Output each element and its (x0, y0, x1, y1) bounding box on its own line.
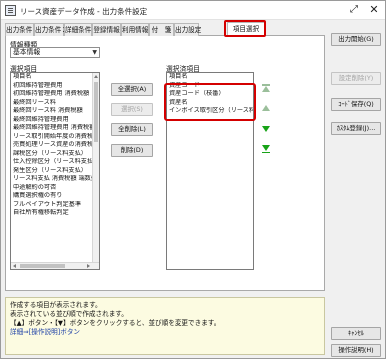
tab-item-selection[interactable]: 項目選択 (227, 22, 265, 36)
selected-items-list[interactable]: 項目名 資産コード 資産コード（枝番） 資産名 インボイス取引区分（リース料支 (166, 72, 254, 270)
move-up-button[interactable] (261, 103, 271, 113)
info-line: 【▲】ボタン・【▼】ボタンをクリックすると、並び順を変更できます。 (10, 319, 221, 327)
remove-all-button[interactable]: 全削除(L) (111, 123, 153, 136)
list-item[interactable]: 購買選択権の有り (11, 192, 99, 201)
setting-delete-button[interactable]: 設定削除(Y) (331, 72, 381, 85)
available-list-hscroll[interactable] (11, 262, 99, 269)
move-to-top-button[interactable] (261, 83, 271, 93)
list-item[interactable]: 資産コード（枝番） (167, 90, 253, 99)
list-item[interactable]: 最終回リース料 消費税額 (11, 107, 99, 116)
dialog-window: リース資産データ作成 - 出力条件設定 ⤢ ✕ 出力条件１ 出力条件２ 詳細条件… (0, 0, 386, 359)
move-down-button[interactable] (261, 124, 271, 134)
list-item[interactable]: 自社所有権移転判定 (11, 209, 99, 218)
chevron-down-icon: ▼ (92, 49, 97, 56)
arrow-up-icon (262, 105, 270, 111)
move-bottom-icon (262, 145, 270, 153)
custom-register-button[interactable]: ｶｽﾀﾑ登録(J)... (331, 122, 381, 135)
list-item[interactable]: リース料支払 消費税額 端数処 (11, 175, 99, 184)
list-item[interactable]: 売買処理リース資産の消費税 (11, 141, 99, 150)
list-item-header: 項目名 (169, 73, 188, 80)
tab-detail-condition[interactable]: 詳細条件 (64, 23, 92, 36)
list-item[interactable]: 資産コード (167, 82, 253, 91)
list-item[interactable]: 初回維持管理費用 (11, 82, 99, 91)
expand-arrows-icon[interactable]: ⤢ (345, 3, 363, 17)
list-item[interactable]: 最終回維持管理費用 消費税額 (11, 124, 99, 133)
operation-help-button[interactable]: 操作説明(H) (331, 344, 381, 357)
operation-help-link[interactable]: 詳細⇒[操作説明]ボタン (10, 328, 320, 337)
list-item[interactable]: リース取引開始年度の消費税 (11, 133, 99, 142)
tab-strip: 出力条件１ 出力条件２ 詳細条件 登録情報 利用情報 付 箋 出力設定 項目選択 (5, 22, 325, 36)
list-item[interactable]: 初回維持管理費用 消費税額 (11, 90, 99, 99)
info-line: 表示されている並び順で作成されます。 (10, 310, 128, 318)
list-item[interactable]: フルペイアウト判定基準 (11, 201, 99, 210)
select-all-button[interactable]: 全選択(A) (111, 83, 153, 96)
tab-output-condition-2[interactable]: 出力条件２ (34, 23, 68, 36)
list-item[interactable]: 中途解約の可否 (11, 184, 99, 193)
tab-registration-info[interactable]: 登録情報 (92, 23, 121, 36)
list-item[interactable]: 仕入控除区分（リース料支払） (11, 158, 99, 167)
app-icon (5, 5, 16, 16)
remove-button[interactable]: 削除(D) (111, 144, 153, 157)
list-item[interactable]: 資産名 (167, 99, 253, 108)
arrow-down-icon (262, 126, 270, 132)
tab-usage-info[interactable]: 利用情報 (121, 23, 149, 36)
list-item[interactable]: 課税区分（リース料支払） (11, 150, 99, 159)
tab-output-setting[interactable]: 出力設定 (174, 23, 201, 36)
window-title: リース資産データ作成 - 出力条件設定 (20, 7, 148, 16)
select-button[interactable]: 選択(S) (111, 103, 153, 116)
available-list-vscroll[interactable] (92, 73, 99, 269)
list-item[interactable]: 最終回リース料 (11, 99, 99, 108)
code-save-button[interactable]: ｺｰﾄﾞ保存(Q) (331, 98, 381, 111)
list-item[interactable]: 発生区分（リース料支払） (11, 167, 99, 176)
available-items-list[interactable]: 項目名 初回維持管理費用 初回維持管理費用 消費税額 最終回リース料 最終回リー… (10, 72, 100, 270)
list-item[interactable]: インボイス取引区分（リース料支 (167, 107, 253, 116)
list-item-header: 項目名 (13, 73, 32, 80)
output-start-button[interactable]: 出力開始(G) (331, 33, 381, 46)
info-type-select[interactable]: 基本情報 ▼ (10, 47, 100, 58)
list-item[interactable]: 最終回維持管理費用 (11, 116, 99, 125)
close-icon[interactable]: ✕ (365, 3, 383, 17)
title-bar: リース資産データ作成 - 出力条件設定 ⤢ ✕ (1, 1, 385, 20)
info-type-value: 基本情報 (13, 48, 41, 56)
move-to-bottom-button[interactable] (261, 144, 271, 154)
move-top-icon (262, 84, 270, 92)
info-message-box: 作成する項目が表示されます。 表示されている並び順で作成されます。 【▲】ボタン… (5, 297, 325, 355)
cancel-button[interactable]: ｷｬﾝｾﾙ (331, 327, 381, 340)
tab-sticky-note[interactable]: 付 箋 (149, 23, 174, 36)
info-line: 作成する項目が表示されます。 (10, 301, 102, 309)
tab-output-condition-1[interactable]: 出力条件１ (5, 23, 39, 36)
